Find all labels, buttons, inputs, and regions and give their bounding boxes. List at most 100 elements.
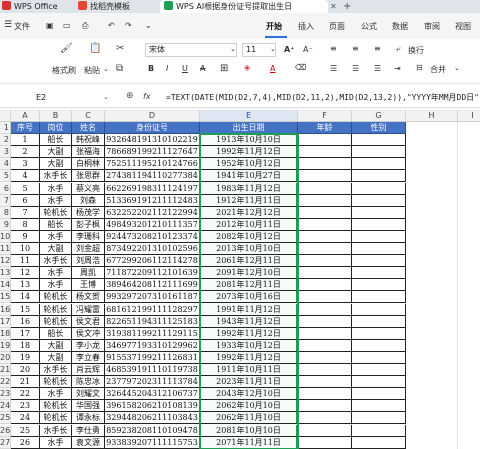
- merge-button[interactable]: 合并: [430, 64, 446, 75]
- align-center-icon[interactable]: ☰: [352, 64, 359, 73]
- table-cell[interactable]: [352, 230, 406, 243]
- align-middle-icon[interactable]: ≡: [352, 44, 359, 53]
- table-cell[interactable]: 326445204312106737: [105, 388, 200, 401]
- table-cell[interactable]: 711872209112101639: [105, 267, 200, 280]
- formula-input[interactable]: =TEXT(DATE(MID(D2,7,4),MID(D2,11,2),MID(…: [166, 92, 480, 103]
- table-cell[interactable]: 蔡义亮: [72, 182, 105, 195]
- tab-template[interactable]: 找稻壳模板: [78, 0, 130, 13]
- row-header[interactable]: 1: [0, 122, 11, 135]
- table-cell[interactable]: 9: [11, 230, 40, 243]
- row-header[interactable]: 21: [0, 364, 11, 377]
- table-cell[interactable]: [352, 158, 406, 171]
- table-cell[interactable]: 677299206112114278: [105, 255, 200, 268]
- menu-file[interactable]: 文件: [14, 21, 30, 32]
- row-header[interactable]: 15: [0, 291, 11, 304]
- eraser-icon[interactable]: ⌫: [295, 63, 306, 72]
- table-cell[interactable]: [352, 267, 406, 280]
- row-header[interactable]: 5: [0, 170, 11, 183]
- table-cell[interactable]: 786689199211127647: [105, 146, 200, 159]
- new-tab-icon[interactable]: +: [343, 0, 351, 13]
- table-cell[interactable]: 15: [11, 303, 40, 316]
- table-cell[interactable]: [352, 182, 406, 195]
- folder-icon[interactable]: ▭: [63, 21, 71, 30]
- table-cell[interactable]: 白桐林: [72, 158, 105, 171]
- table-cell[interactable]: 水手: [40, 267, 72, 280]
- table-cell[interactable]: [352, 364, 406, 377]
- table-cell[interactable]: 632252202112122994: [105, 206, 200, 219]
- table-cell[interactable]: [352, 134, 406, 147]
- header-cell[interactable]: 姓名: [72, 122, 105, 135]
- table-cell[interactable]: [352, 279, 406, 292]
- table-cell[interactable]: [352, 351, 406, 364]
- table-cell[interactable]: 冯耀雷: [72, 303, 105, 316]
- table-cell[interactable]: 932648191310102219: [105, 134, 200, 147]
- format-painter-icon[interactable]: 🖌: [60, 43, 73, 55]
- column-header-h[interactable]: H: [406, 110, 458, 122]
- table-cell[interactable]: 662269198311124197: [105, 182, 200, 195]
- table-cell[interactable]: 轮机长: [40, 206, 72, 219]
- table-cell[interactable]: 刘耀文: [72, 388, 105, 401]
- cut-icon[interactable]: ✂: [116, 43, 124, 55]
- table-cell[interactable]: [298, 170, 352, 183]
- table-cell[interactable]: 水手: [40, 230, 72, 243]
- header-cell[interactable]: 序号: [11, 122, 40, 135]
- table-cell[interactable]: 396158206210108139: [105, 400, 200, 413]
- table-cell[interactable]: 17: [11, 327, 40, 340]
- row-header[interactable]: 13: [0, 267, 11, 280]
- table-cell[interactable]: 周凯: [72, 267, 105, 280]
- table-cell[interactable]: [298, 327, 352, 340]
- table-cell[interactable]: [298, 182, 352, 195]
- table-cell[interactable]: 6: [11, 194, 40, 207]
- table-cell[interactable]: 大副: [40, 339, 72, 352]
- tab-spreadsheet[interactable]: WPS AI根据身份证号提取出生日: [160, 0, 328, 13]
- table-cell[interactable]: 刘森: [72, 194, 105, 207]
- table-cell[interactable]: 14: [11, 291, 40, 304]
- row-header[interactable]: 16: [0, 303, 11, 316]
- table-cell[interactable]: [298, 315, 352, 328]
- table-cell[interactable]: [298, 400, 352, 413]
- table-cell[interactable]: 346977193310129962: [105, 339, 200, 352]
- indent-icon[interactable]: ⇥: [394, 64, 401, 73]
- column-header-e[interactable]: E: [200, 110, 298, 122]
- table-cell[interactable]: [298, 339, 352, 352]
- table-cell[interactable]: 水手长: [40, 255, 72, 268]
- menu-view[interactable]: 视图: [455, 21, 471, 32]
- table-cell[interactable]: [298, 388, 352, 401]
- table-cell[interactable]: 杨茂学: [72, 206, 105, 219]
- table-cell[interactable]: 大副: [40, 158, 72, 171]
- copy-icon[interactable]: ⧉: [116, 63, 123, 75]
- table-cell[interactable]: 张福海: [72, 146, 105, 159]
- table-cell[interactable]: 大副: [40, 146, 72, 159]
- table-cell[interactable]: 李小龙: [72, 339, 105, 352]
- table-cell[interactable]: 水手长: [40, 424, 72, 437]
- table-cell[interactable]: 24: [11, 412, 40, 425]
- menu-data[interactable]: 数据: [392, 21, 408, 32]
- table-cell[interactable]: 16: [11, 315, 40, 328]
- table-cell[interactable]: [298, 291, 352, 304]
- table-cell[interactable]: [298, 376, 352, 389]
- table-cell[interactable]: 水手: [40, 182, 72, 195]
- table-cell[interactable]: 20: [11, 364, 40, 377]
- table-cell[interactable]: 陈忠冰: [72, 376, 105, 389]
- table-cell[interactable]: 25: [11, 424, 40, 437]
- table-cell[interactable]: [352, 412, 406, 425]
- table-cell[interactable]: [352, 170, 406, 183]
- table-cell[interactable]: 4: [11, 170, 40, 183]
- header-cell[interactable]: 年龄: [298, 122, 352, 135]
- table-cell[interactable]: [298, 218, 352, 231]
- menu-start[interactable]: 开始: [266, 21, 282, 32]
- table-cell[interactable]: 轮机长: [40, 291, 72, 304]
- table-cell[interactable]: 513369191211112483: [105, 194, 200, 207]
- bold-icon[interactable]: B: [148, 64, 154, 73]
- print-icon[interactable]: ⎙: [82, 21, 88, 31]
- table-cell[interactable]: 1: [11, 134, 40, 147]
- table-cell[interactable]: 10: [11, 243, 40, 256]
- table-cell[interactable]: [298, 436, 352, 449]
- row-header[interactable]: 26: [0, 424, 11, 437]
- row-header[interactable]: 10: [0, 230, 11, 243]
- table-cell[interactable]: 329448206211103843: [105, 412, 200, 425]
- table-cell[interactable]: 轮机长: [40, 400, 72, 413]
- table-cell[interactable]: [352, 255, 406, 268]
- table-cell[interactable]: 752511195210124766: [105, 158, 200, 171]
- row-header[interactable]: 12: [0, 255, 11, 268]
